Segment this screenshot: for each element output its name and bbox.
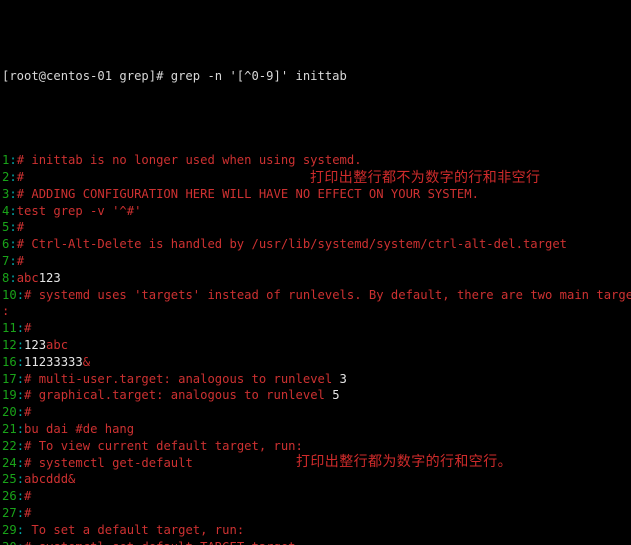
grep-match-text: # Ctrl-Alt-Delete is handled by /usr/lib… — [16, 237, 567, 252]
grep-line-separator: : — [16, 421, 25, 436]
grep-line-separator: : — [16, 371, 25, 386]
grep-match-text: # — [16, 220, 25, 235]
annotation-note-2: 打印出整行都为数字的行和空行。 — [296, 454, 512, 470]
grep-line-number: 16 — [2, 354, 17, 369]
grep-line-separator: : — [16, 287, 25, 302]
grep-result-line: 7:# — [2, 253, 631, 270]
grep-line-separator: : — [16, 455, 25, 470]
grep-result-line: 19:# graphical.target: analogous to runl… — [2, 387, 631, 404]
grep-result-line: 10:# systemd uses 'targets' instead of r… — [2, 287, 631, 304]
grep-result-line: 25:abcddd& — [2, 471, 631, 488]
grep-match-text: # — [24, 321, 32, 336]
grep-plain-text: 3 — [339, 371, 347, 386]
grep-match-text: & — [82, 354, 91, 369]
grep-plain-text: 123 — [38, 270, 61, 285]
grep-line-separator: : — [16, 522, 25, 537]
grep-match-text: abcddd& — [24, 472, 76, 487]
grep-line-separator: : — [16, 438, 25, 453]
grep-result-line: 3:# ADDING CONFIGURATION HERE WILL HAVE … — [2, 186, 631, 203]
grep-result-line: 16:11233333& — [2, 354, 631, 371]
grep-line-number: 24 — [2, 455, 17, 470]
grep-line-separator: : — [16, 337, 25, 352]
grep-match-text: # — [24, 505, 32, 520]
grep-match-text: # systemd uses 'targets' instead of runl… — [24, 287, 631, 302]
grep-result-line: 29: To set a default target, run: — [2, 522, 631, 539]
grep-match-text: # multi-user.target: analogous to runlev… — [24, 371, 340, 386]
grep-line-separator: : — [16, 388, 25, 403]
grep-result-line: 20:# — [2, 404, 631, 421]
grep-line-number: 20 — [2, 405, 17, 420]
grep-line-separator: : — [16, 405, 25, 420]
command-line-1: [root@centos-01 grep]# grep -n '[^0-9]' … — [2, 68, 631, 85]
grep-line-separator: : — [9, 220, 17, 235]
grep-line-number: 25 — [2, 472, 17, 487]
grep-result-line: 6:# Ctrl-Alt-Delete is handled by /usr/l… — [2, 236, 631, 253]
grep-output-block-1: 1:# inittab is no longer used when using… — [2, 152, 631, 545]
terminal-window[interactable]: [root@centos-01 grep]# grep -n '[^0-9]' … — [0, 0, 631, 545]
grep-result-line: 5:# — [2, 219, 631, 236]
grep-result-line-wrap: : — [2, 303, 631, 320]
grep-line-number: 22 — [2, 438, 17, 453]
grep-line-separator: : — [16, 472, 25, 487]
grep-line-number: 29 — [2, 522, 17, 537]
grep-line-number: 17 — [2, 371, 17, 386]
grep-match-text: test grep -v '^#' — [16, 203, 142, 218]
grep-plain-text: 123 — [24, 337, 47, 352]
shell-prompt-1: [root@centos-01 grep]# grep -n '[^0-9]' … — [2, 69, 347, 84]
grep-line-number: 12 — [2, 337, 17, 352]
grep-result-line: 22:# To view current default target, run… — [2, 438, 631, 455]
grep-line-number: 10 — [2, 287, 17, 302]
grep-line-separator: : — [16, 505, 25, 520]
grep-line-separator: : — [16, 321, 25, 336]
grep-line-separator: : — [9, 203, 17, 218]
grep-line-number: 21 — [2, 421, 17, 436]
grep-result-line: 12:123abc — [2, 337, 631, 354]
grep-line-number: 19 — [2, 388, 17, 403]
grep-match-text: # graphical.target: analogous to runleve… — [24, 388, 333, 403]
grep-line-separator: : — [9, 186, 17, 201]
grep-match-text: # — [16, 169, 25, 184]
grep-match-text: abc — [16, 270, 39, 285]
grep-line-separator: : — [9, 169, 17, 184]
grep-plain-text: 11233333 — [24, 354, 83, 369]
grep-match-text: # — [24, 489, 32, 504]
grep-match-text: To set a default target, run: — [24, 522, 245, 537]
grep-match-text: # systemctl get-default — [24, 455, 193, 470]
grep-result-line: 4:test grep -v '^#' — [2, 203, 631, 220]
grep-line-separator: : — [17, 540, 24, 545]
grep-result-line: 8:abc123 — [2, 270, 631, 287]
grep-line-separator: : — [9, 237, 17, 252]
grep-line-separator: : — [16, 489, 25, 504]
grep-line-separator: : — [9, 270, 17, 285]
grep-result-line: 26:# — [2, 488, 631, 505]
grep-match-text: # systemctl set-default TARGET.target — [24, 540, 296, 545]
grep-line-number: 30 — [2, 540, 17, 545]
grep-line-separator: : — [9, 253, 17, 268]
grep-result-line: 21:bu dai #de hang — [2, 421, 631, 438]
grep-result-line: 1:# inittab is no longer used when using… — [2, 152, 631, 169]
grep-line-separator: : — [16, 354, 25, 369]
annotation-note-1: 打印出整行都不为数字的行和非空行 — [310, 170, 541, 186]
grep-match-text: # inittab is no longer used when using s… — [16, 153, 362, 168]
grep-match-text: # — [24, 405, 32, 420]
grep-wrap-text: : — [2, 304, 10, 319]
grep-line-number: 11 — [2, 321, 17, 336]
grep-result-line: 27:# — [2, 505, 631, 522]
grep-line-number: 26 — [2, 489, 17, 504]
grep-match-text: # ADDING CONFIGURATION HERE WILL HAVE NO… — [16, 186, 479, 201]
grep-result-line: 17:# multi-user.target: analogous to run… — [2, 371, 631, 388]
grep-line-number: 27 — [2, 505, 17, 520]
grep-result-line: 11:# — [2, 320, 631, 337]
grep-match-text: bu dai #de hang — [24, 421, 135, 436]
grep-match-text: abc — [46, 337, 69, 352]
grep-line-separator: : — [9, 153, 17, 168]
grep-match-text: # — [16, 253, 25, 268]
grep-plain-text: 5 — [332, 388, 340, 403]
grep-match-text: # To view current default target, run: — [24, 438, 303, 453]
grep-result-line: 30:# systemctl set-default TARGET.target — [2, 539, 631, 545]
